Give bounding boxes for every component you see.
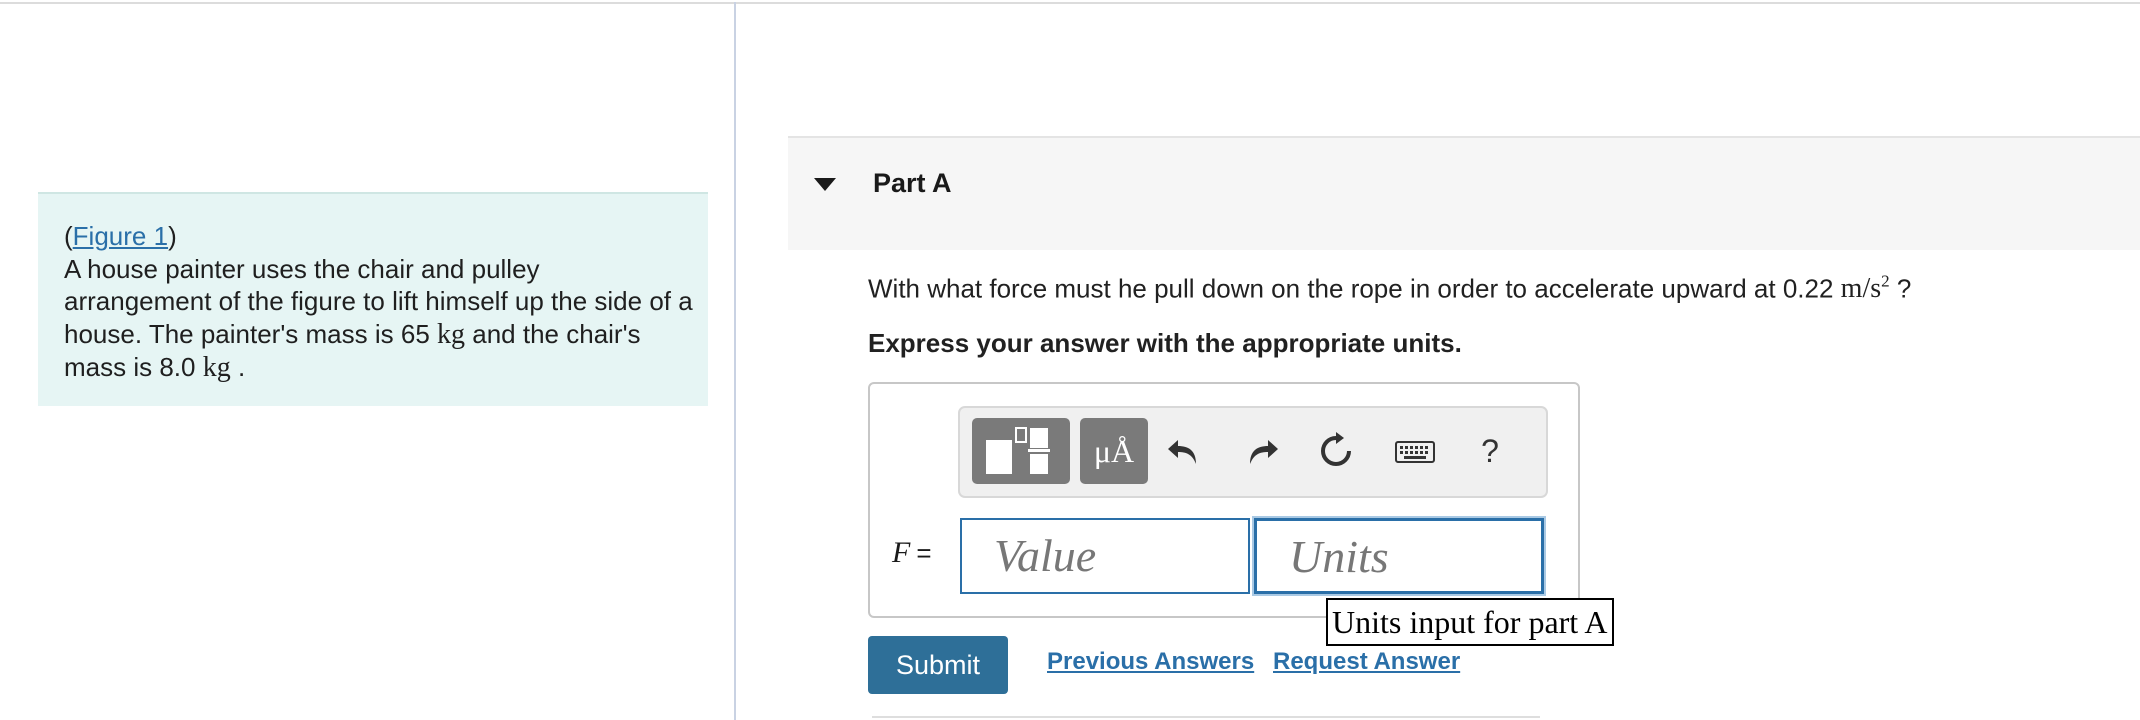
question-suffix: ? xyxy=(1896,273,1912,304)
help-icon[interactable]: ? xyxy=(1470,430,1510,472)
problem-text: (Figure 1) A house painter uses the chai… xyxy=(64,221,693,383)
mass-unit-1: kg xyxy=(437,318,466,350)
submit-button[interactable]: Submit xyxy=(868,636,1008,694)
equals-sign: = xyxy=(916,538,932,568)
panel-divider xyxy=(734,2,736,720)
keyboard-icon[interactable] xyxy=(1390,430,1440,472)
part-header[interactable]: Part A xyxy=(788,136,2140,250)
figure-link[interactable]: Figure 1 xyxy=(73,221,168,251)
instruction: Express your answer with the appropriate… xyxy=(868,328,1462,358)
answer-box: μÅ ? F = Value Units xyxy=(868,382,1580,618)
collapse-caret-icon[interactable] xyxy=(814,178,836,191)
value-input[interactable]: Value xyxy=(960,518,1250,594)
question-unit: m/s2 xyxy=(1840,272,1890,305)
undo-icon[interactable] xyxy=(1166,430,1206,472)
question-text: With what force must he pull down on the… xyxy=(868,272,1911,305)
math-toolbar: μÅ ? xyxy=(958,406,1548,498)
top-rule xyxy=(0,2,2140,4)
question-unit-exponent: 2 xyxy=(1881,272,1890,291)
problem-statement: (Figure 1) A house painter uses the chai… xyxy=(38,192,708,406)
mu-angstrom-icon[interactable]: μÅ xyxy=(1080,418,1148,484)
question-prefix: With what force must he pull down on the… xyxy=(868,273,1834,304)
variable-name: F xyxy=(892,536,911,569)
units-tooltip: Units input for part A xyxy=(1326,598,1614,646)
templates-icon[interactable] xyxy=(972,418,1070,484)
variable-label: F = xyxy=(892,536,932,570)
bottom-rule xyxy=(872,716,1540,718)
redo-icon[interactable] xyxy=(1240,430,1280,472)
reset-icon[interactable] xyxy=(1316,430,1356,472)
part-title: Part A xyxy=(873,168,952,198)
problem-text-3: . xyxy=(237,352,246,382)
previous-answers-link[interactable]: Previous Answers xyxy=(1047,648,1254,676)
units-input[interactable]: Units xyxy=(1254,518,1544,594)
mass-unit-2: kg xyxy=(202,352,231,383)
request-answer-link[interactable]: Request Answer xyxy=(1273,648,1460,676)
